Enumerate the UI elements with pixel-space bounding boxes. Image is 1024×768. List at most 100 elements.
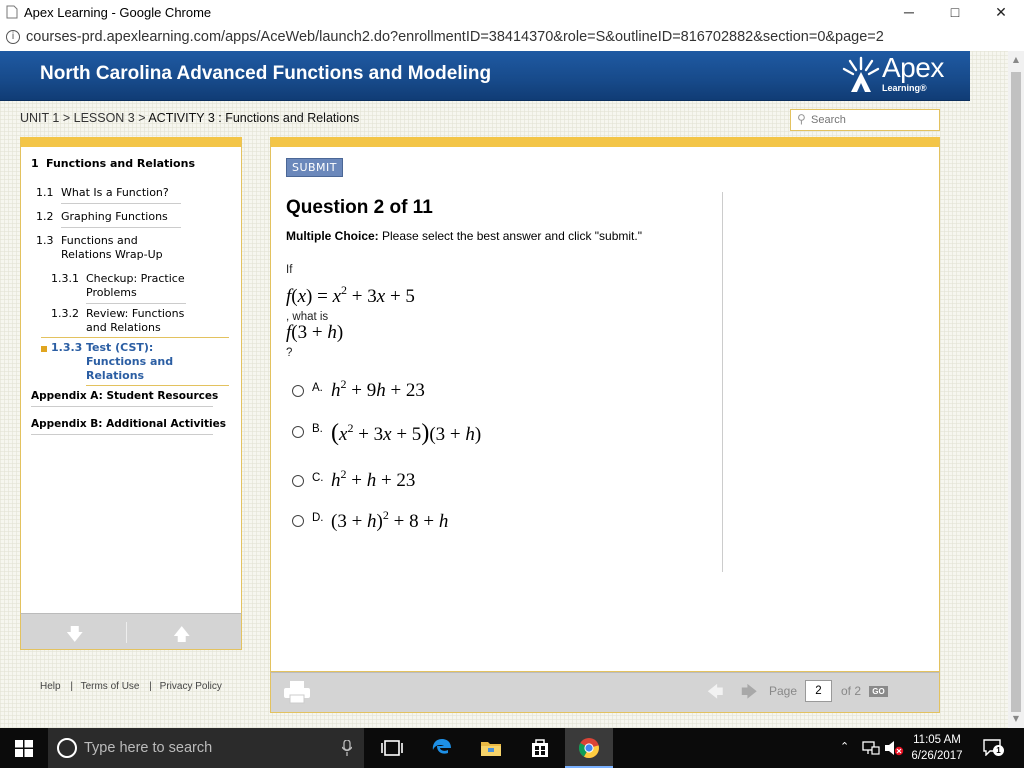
course-title: North Carolina Advanced Functions and Mo… [40, 63, 492, 84]
nav-item-wrap-up[interactable]: Functions and Relations Wrap-Up [61, 234, 191, 262]
nav-appendix-b[interactable]: Appendix B: Additional Activities [31, 417, 226, 431]
nav-divider [86, 303, 186, 304]
page-controls: 🡄 🡆 Page of 2 GO [707, 680, 907, 708]
nav-appendix-a[interactable]: Appendix A: Student Resources [31, 389, 218, 403]
stem-question-mark: ? [286, 347, 293, 359]
info-icon[interactable]: i [6, 30, 20, 44]
browser-title-bar: Apex Learning - Google Chrome ─ □ ✕ [0, 0, 1024, 24]
close-button[interactable]: ✕ [978, 0, 1024, 24]
option-d-radio[interactable] [292, 515, 304, 527]
question-title: Question 2 of 11 [286, 197, 433, 218]
breadcrumb-activity: ACTIVITY 3 : Functions and Relations [148, 111, 360, 125]
network-icon[interactable] [862, 741, 880, 755]
nav-item-number: 1.3.2 [51, 307, 79, 320]
breadcrumb: UNIT 1 > LESSON 3 > ACTIVITY 3 : Functio… [20, 111, 359, 125]
option-c-answer[interactable]: h2 + h + 23 [331, 467, 415, 492]
url-text[interactable]: courses-prd.apexlearning.com/apps/AceWeb… [26, 29, 884, 45]
go-button[interactable]: GO [869, 686, 888, 697]
logo-subtext: Learning® [882, 83, 927, 93]
nav-item-number: 1.3 [36, 234, 54, 247]
help-link[interactable]: Help [40, 681, 61, 692]
action-center[interactable]: 1 [983, 739, 1004, 756]
minimize-button[interactable]: ─ [886, 0, 932, 24]
option-a-answer[interactable]: h2 + 9h + 23 [331, 377, 425, 402]
taskbar-search[interactable]: Type here to search [48, 728, 364, 768]
down-arrow-icon[interactable]: 🡇 [66, 622, 83, 651]
page-icon [6, 5, 18, 19]
microphone-icon[interactable] [342, 740, 352, 756]
sunburst-icon [842, 56, 880, 92]
search-box[interactable]: ⚲ [790, 109, 940, 131]
nav-divider [31, 406, 213, 407]
option-b-radio[interactable] [292, 426, 304, 438]
volume-muted-icon[interactable] [884, 740, 904, 756]
page-scrollbar[interactable]: ▲ ▼ [1008, 51, 1024, 728]
nav-item-graphing-functions[interactable]: Graphing Functions [61, 210, 191, 224]
nav-item-checkup[interactable]: Checkup: Practice Problems [86, 272, 196, 300]
taskbar-search-placeholder[interactable]: Type here to search [84, 740, 212, 756]
windows-start-icon[interactable] [15, 740, 33, 757]
maximize-button[interactable]: □ [932, 0, 978, 24]
taskbar: Type here to search ⌃ 11:05 AM 6/26/2017… [0, 728, 1024, 768]
printer-icon[interactable] [283, 680, 311, 704]
file-explorer-icon[interactable] [480, 737, 502, 759]
outline-controls: 🡇 🡅 [20, 613, 242, 650]
nav-item-number: 1.2 [36, 210, 54, 223]
scroll-up-icon[interactable]: ▲ [1011, 55, 1021, 64]
nav-item-number: 1.3.1 [51, 272, 79, 285]
chevron-up-icon[interactable]: ⌃ [840, 740, 849, 753]
page-label: Page [769, 684, 798, 698]
privacy-link[interactable]: Privacy Policy [160, 681, 222, 692]
footer-separator: | [70, 681, 73, 692]
stem-if: If [286, 264, 293, 276]
page-viewport: North Carolina Advanced Functions and Mo… [0, 51, 1008, 728]
submit-button[interactable]: SUBMIT [286, 158, 343, 177]
evaluation-expression: f(3 + h) [286, 322, 344, 343]
pager-bar: 🡄 🡆 Page of 2 GO [270, 672, 940, 713]
controls-divider [126, 622, 127, 643]
nav-item-review[interactable]: Review: Functions and Relations [86, 307, 186, 335]
notification-count: 1 [993, 745, 1004, 756]
current-item-marker [41, 346, 47, 352]
scroll-down-icon[interactable]: ▼ [1011, 714, 1021, 723]
clock-date: 6/26/2017 [911, 750, 963, 762]
question-instruction: Multiple Choice: Please select the best … [286, 229, 642, 243]
next-page-icon[interactable]: 🡆 [741, 681, 758, 708]
clock-time: 11:05 AM [913, 734, 961, 746]
store-icon[interactable] [529, 737, 551, 759]
option-a-radio[interactable] [292, 385, 304, 397]
breadcrumb-unit[interactable]: UNIT 1 [20, 111, 59, 125]
logo-word: Apex [882, 52, 944, 83]
option-c-radio[interactable] [292, 475, 304, 487]
nav-item-what-is-function[interactable]: What Is a Function? [61, 186, 191, 200]
chrome-icon [578, 738, 599, 759]
address-bar[interactable]: i courses-prd.apexlearning.com/apps/AceW… [0, 24, 1024, 51]
footer-separator: | [149, 681, 152, 692]
breadcrumb-separator: > [59, 111, 74, 125]
edge-browser-icon[interactable] [431, 737, 453, 759]
search-icon: ⚲ [797, 112, 806, 126]
nav-section-functions-relations[interactable]: Functions and Relations [46, 157, 195, 171]
system-clock[interactable]: 11:05 AM 6/26/2017 [904, 732, 970, 764]
breadcrumb-separator: > [134, 111, 149, 125]
option-d-answer[interactable]: (3 + h)2 + 8 + h [331, 508, 448, 533]
page-total: of 2 [841, 684, 862, 698]
option-a-letter: A. [312, 382, 323, 394]
instruction-text: Please select the best answer and click … [378, 229, 642, 243]
nav-item-test-current[interactable]: Test (CST): Functions and Relations [86, 341, 186, 383]
prev-page-icon[interactable]: 🡄 [707, 681, 724, 708]
nav-divider [31, 434, 213, 435]
scroll-thumb[interactable] [1011, 72, 1021, 712]
nav-item-number: 1.3.3 [51, 341, 83, 354]
search-input[interactable] [811, 112, 935, 128]
page-number-input[interactable] [805, 680, 832, 702]
terms-link[interactable]: Terms of Use [81, 681, 140, 692]
breadcrumb-lesson[interactable]: LESSON 3 [74, 111, 135, 125]
task-view-icon[interactable] [381, 737, 403, 759]
nav-item-number: 1.1 [36, 186, 54, 199]
function-definition: f(x) = x2 + 3x + 5 [286, 283, 415, 307]
course-banner: North Carolina Advanced Functions and Mo… [0, 51, 970, 101]
up-arrow-icon[interactable]: 🡅 [173, 622, 190, 651]
option-b-answer[interactable]: (x2 + 3x + 5)(3 + h) [331, 420, 481, 447]
chrome-taskbar-button[interactable] [565, 728, 613, 768]
